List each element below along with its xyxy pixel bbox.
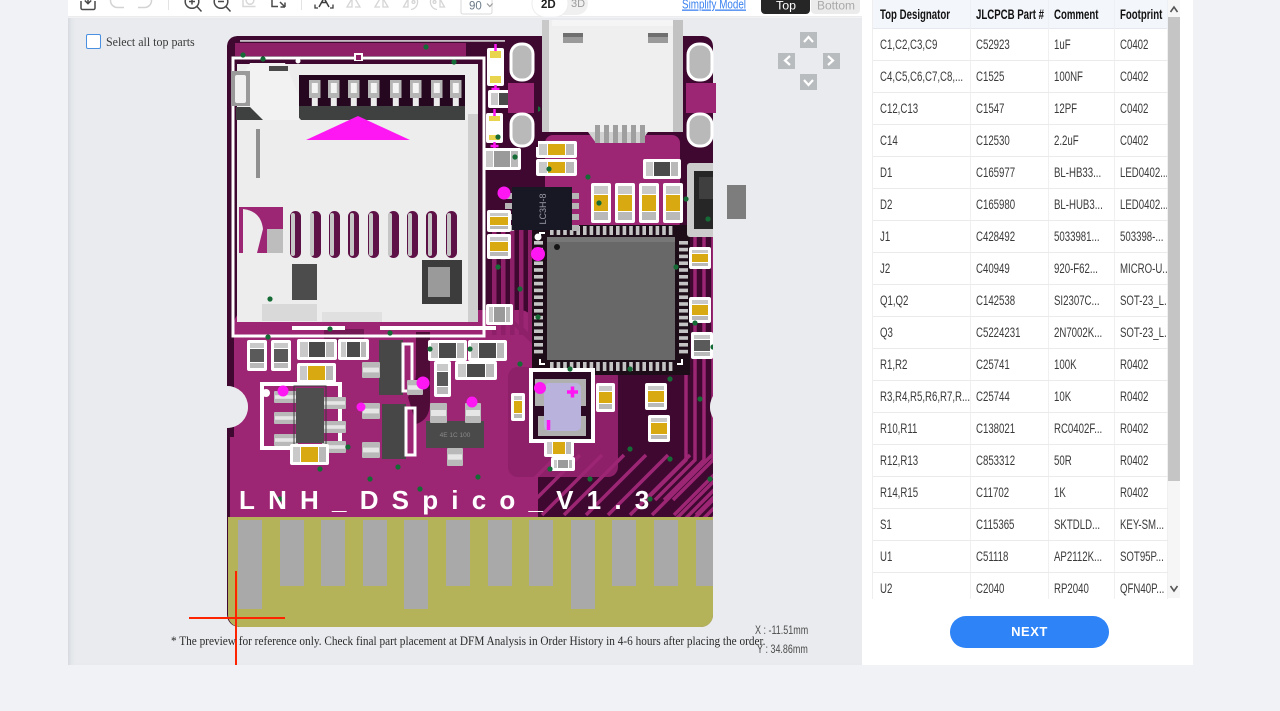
svg-text:Top: Top <box>776 0 796 13</box>
svg-text:Simplify Model: Simplify Model <box>682 0 746 12</box>
svg-text:90: 90 <box>469 1 482 13</box>
svg-text:3D: 3D <box>571 0 585 10</box>
svg-text:Bottom: Bottom <box>817 0 855 13</box>
svg-text:LC3H-8: LC3H-8 <box>538 193 548 224</box>
svg-text:2D: 2D <box>541 0 556 11</box>
svg-text:4E 1C 100: 4E 1C 100 <box>440 432 471 439</box>
svg-text:LNH_DSpico_V1.3: LNH_DSpico_V1.3 <box>239 485 662 515</box>
